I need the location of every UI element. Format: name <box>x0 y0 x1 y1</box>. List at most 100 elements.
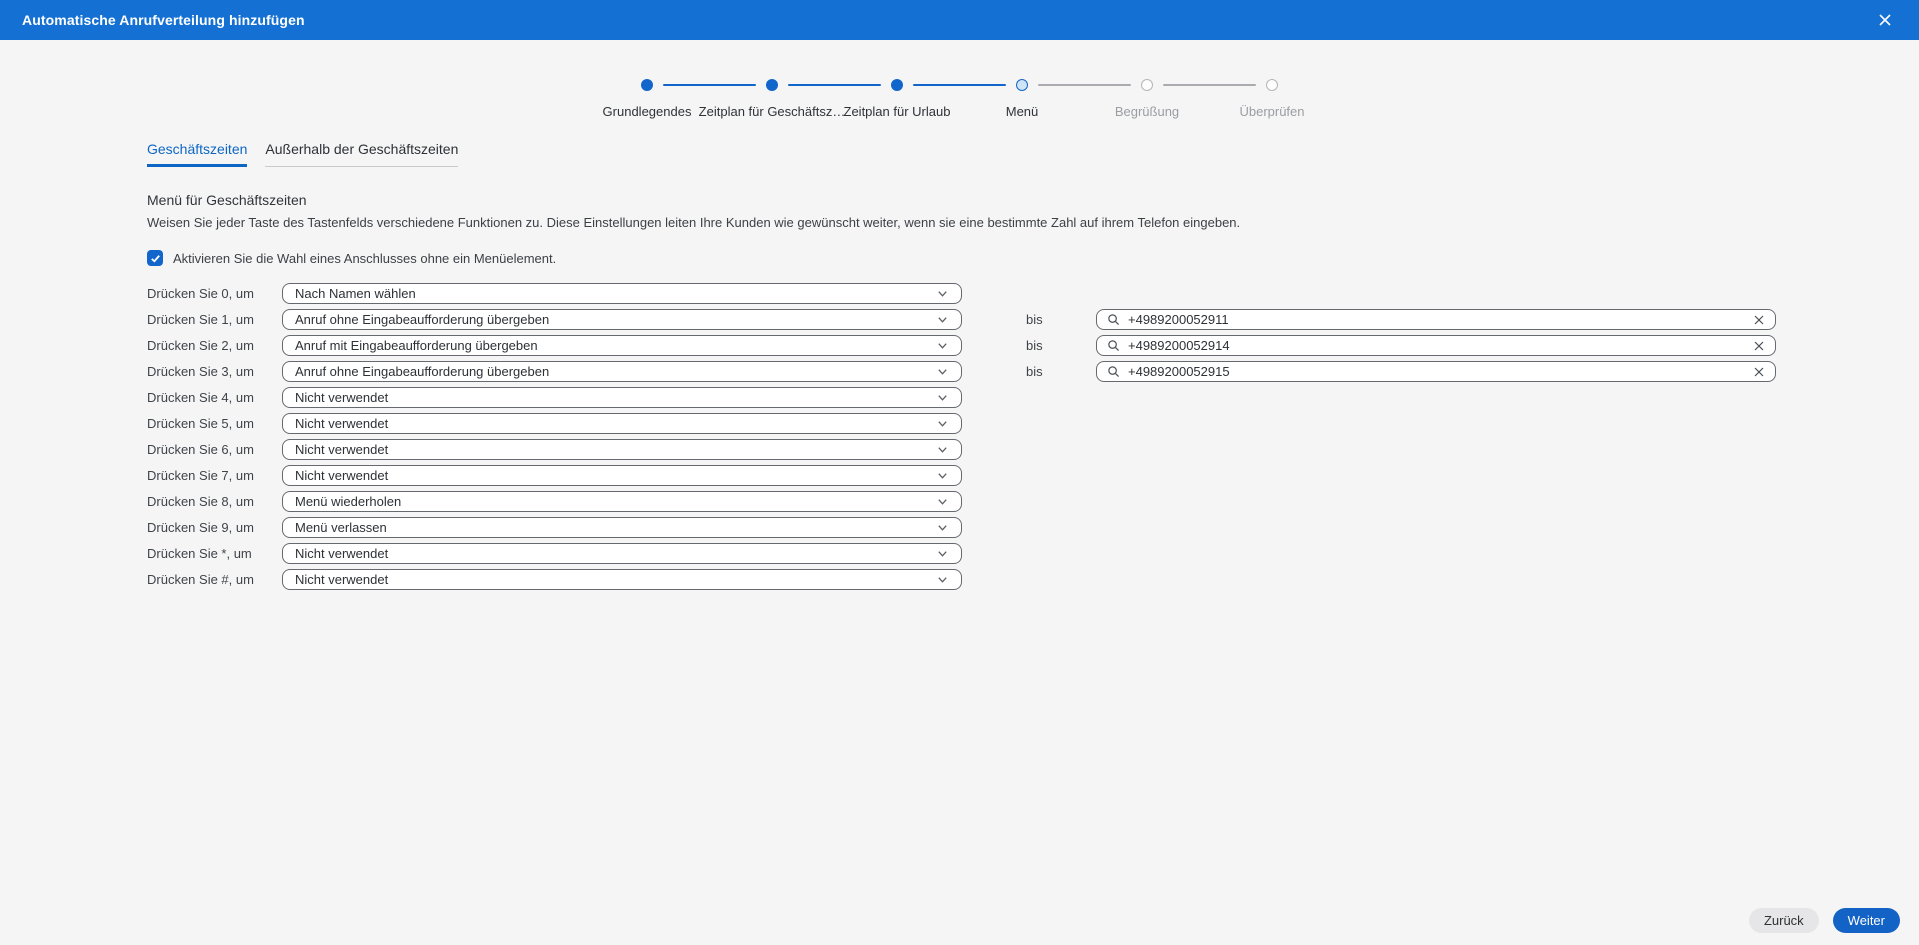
back-button[interactable]: Zurück <box>1749 908 1819 933</box>
search-icon <box>1107 313 1120 326</box>
step-label: Menü <box>1006 104 1039 119</box>
dropdown-value: Anruf ohne Eingabeaufforderung übergeben <box>295 364 549 379</box>
wizard-stepper: Grundlegendes Zeitplan für Geschäftsz…Zei… <box>585 79 1335 119</box>
close-button[interactable] <box>1873 8 1897 32</box>
clear-button[interactable] <box>1753 314 1765 326</box>
action-dropdown[interactable]: Nach Namen wählen <box>282 283 962 304</box>
checkbox-checked-icon[interactable] <box>147 250 163 266</box>
action-dropdown[interactable]: Nicht verwendet <box>282 543 962 564</box>
menu-row: Drücken Sie 5, um Nicht verwendet <box>147 413 1919 434</box>
menu-row: Drücken Sie #, umNicht verwendet <box>147 569 1919 590</box>
action-dropdown[interactable]: Nicht verwendet <box>282 439 962 460</box>
extension-search-field[interactable] <box>1096 309 1776 330</box>
dropdown-value: Anruf ohne Eingabeaufforderung übergeben <box>295 312 549 327</box>
dropdown-value: Nicht verwendet <box>295 390 388 405</box>
menu-row: Drücken Sie 2, um Anruf mit Eingabeauffor… <box>147 335 1919 356</box>
step-dot[interactable] <box>891 79 903 91</box>
dropdown-value: Nicht verwendet <box>295 442 388 457</box>
section-description: Weisen Sie jeder Taste des Tastenfelds v… <box>147 215 1919 230</box>
bis-label: bis <box>1026 364 1046 379</box>
action-dropdown[interactable]: Nicht verwendet <box>282 413 962 434</box>
chevron-down-icon <box>936 339 949 352</box>
step-connector <box>1038 84 1131 86</box>
dialog-title: Automatische Anrufverteilung hinzufügen <box>22 12 305 28</box>
extension-dialing-checkbox-row[interactable]: Aktivieren Sie die Wahl eines Anschlusse… <box>147 250 1919 266</box>
search-icon <box>1107 365 1120 378</box>
search-icon <box>1107 339 1120 352</box>
wizard-footer: Zurück Weiter <box>1749 908 1900 933</box>
key-label: Drücken Sie 8, um <box>147 494 282 509</box>
chevron-down-icon <box>936 417 949 430</box>
menu-row: Drücken Sie 6, um Nicht verwendet <box>147 439 1919 460</box>
key-label: Drücken Sie 4, um <box>147 390 282 405</box>
key-label: Drücken Sie 9, um <box>147 520 282 535</box>
step-dot[interactable] <box>641 79 653 91</box>
chevron-down-icon <box>936 391 949 404</box>
action-dropdown[interactable]: Menü verlassen <box>282 517 962 538</box>
step-connector <box>1163 84 1256 86</box>
key-label: Drücken Sie 5, um <box>147 416 282 431</box>
action-dropdown[interactable]: Anruf ohne Eingabeaufforderung übergeben <box>282 309 962 330</box>
step-label: Grundlegendes <box>603 104 692 119</box>
dropdown-value: Menü wiederholen <box>295 494 401 509</box>
menu-row: Drücken Sie 7, um Nicht verwendet <box>147 465 1919 486</box>
chevron-down-icon <box>936 469 949 482</box>
tab-ausserhalb-geschaeftszeiten[interactable]: Außerhalb der Geschäftszeiten <box>265 141 458 167</box>
dropdown-value: Menü verlassen <box>295 520 387 535</box>
step-dot[interactable] <box>1266 79 1278 91</box>
menu-row: Drücken Sie *, umNicht verwendet <box>147 543 1919 564</box>
step-dot[interactable] <box>1016 79 1028 91</box>
extension-input[interactable] <box>1128 338 1745 353</box>
key-label: Drücken Sie 2, um <box>147 338 282 353</box>
menu-row: Drücken Sie 3, umAnruf ohne Eingabeauffo… <box>147 361 1919 382</box>
clear-icon <box>1753 314 1765 326</box>
stepper-step: Grundlegendes <box>585 79 710 119</box>
chevron-down-icon <box>936 287 949 300</box>
clear-icon <box>1753 340 1765 352</box>
key-label: Drücken Sie 1, um <box>147 312 282 327</box>
chevron-down-icon <box>936 521 949 534</box>
step-label: Begrüßung <box>1115 104 1179 119</box>
step-connector <box>663 84 756 86</box>
key-label: Drücken Sie 6, um <box>147 442 282 457</box>
checkbox-label: Aktivieren Sie die Wahl eines Anschlusse… <box>173 251 556 266</box>
step-label: Überprüfen <box>1239 104 1304 119</box>
next-button[interactable]: Weiter <box>1833 908 1900 933</box>
dropdown-value: Nicht verwendet <box>295 468 388 483</box>
step-label: Zeitplan für Geschäftsz… <box>699 104 846 119</box>
step-dot[interactable] <box>1141 79 1153 91</box>
clear-button[interactable] <box>1753 340 1765 352</box>
step-dot[interactable] <box>766 79 778 91</box>
clear-button[interactable] <box>1753 366 1765 378</box>
extension-input[interactable] <box>1128 364 1745 379</box>
keypad-menu-rows: Drücken Sie 0, umNach Namen wählenDrücke… <box>147 283 1919 590</box>
extension-search-field[interactable] <box>1096 361 1776 382</box>
menu-row: Drücken Sie 9, um Menü verlassen <box>147 517 1919 538</box>
dialog-titlebar: Automatische Anrufverteilung hinzufügen <box>0 0 1919 40</box>
step-label: Zeitplan für Urlaub <box>844 104 951 119</box>
close-icon <box>1877 12 1893 28</box>
dropdown-value: Anruf mit Eingabeaufforderung übergeben <box>295 338 538 353</box>
key-label: Drücken Sie 7, um <box>147 468 282 483</box>
extension-search-field[interactable] <box>1096 335 1776 356</box>
action-dropdown[interactable]: Nicht verwendet <box>282 569 962 590</box>
action-dropdown[interactable]: Anruf mit Eingabeaufforderung übergeben <box>282 335 962 356</box>
action-dropdown[interactable]: Nicht verwendet <box>282 465 962 486</box>
clear-icon <box>1753 366 1765 378</box>
step-connector <box>788 84 881 86</box>
section-title: Menü für Geschäftszeiten <box>147 192 1919 208</box>
bis-label: bis <box>1026 312 1046 327</box>
tab-geschaeftszeiten[interactable]: Geschäftszeiten <box>147 141 247 167</box>
dropdown-value: Nicht verwendet <box>295 416 388 431</box>
chevron-down-icon <box>936 443 949 456</box>
menu-row: Drücken Sie 4, um Nicht verwendet <box>147 387 1919 408</box>
action-dropdown[interactable]: Nicht verwendet <box>282 387 962 408</box>
action-dropdown[interactable]: Menü wiederholen <box>282 491 962 512</box>
menu-row: Drücken Sie 8, um Menü wiederholen <box>147 491 1919 512</box>
chevron-down-icon <box>936 547 949 560</box>
action-dropdown[interactable]: Anruf ohne Eingabeaufforderung übergeben <box>282 361 962 382</box>
menu-row: Drücken Sie 1, um Anruf ohne Eingabeauffo… <box>147 309 1919 330</box>
extension-input[interactable] <box>1128 312 1745 327</box>
tab-bar: Geschäftszeiten Außerhalb der Geschäftsz… <box>147 141 1919 167</box>
key-label: Drücken Sie #, um <box>147 572 282 587</box>
